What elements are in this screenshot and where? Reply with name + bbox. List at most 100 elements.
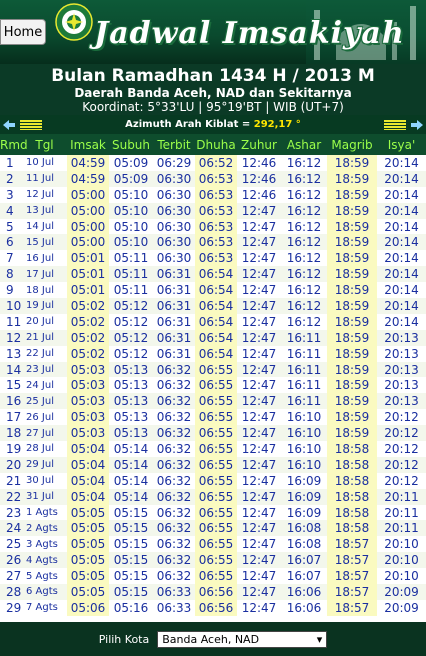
table-cell: 14 Jul bbox=[22, 218, 67, 235]
table-cell: 12:47 bbox=[237, 425, 281, 442]
table-cell: 11 bbox=[0, 313, 22, 330]
table-cell: 16:09 bbox=[281, 472, 327, 489]
table-cell: 18:58 bbox=[327, 504, 377, 521]
table-cell: 20:13 bbox=[377, 393, 426, 410]
page-title: Bulan Ramadhan 1434 H / 2013 M bbox=[51, 66, 375, 86]
table-cell: 16:10 bbox=[281, 456, 327, 473]
table-cell: 25 bbox=[0, 536, 22, 553]
table-cell: 24 bbox=[0, 520, 22, 537]
table-cell: 12:47 bbox=[237, 488, 281, 505]
table-cell: 18:59 bbox=[327, 186, 377, 203]
table-row: 28 6 Agts 05:05 05:15 06:33 06:56 12:47 16:06 18… bbox=[0, 584, 426, 600]
table-cell: 20:12 bbox=[377, 456, 426, 473]
table-cell: 06:33 bbox=[153, 599, 195, 616]
table-cell: 20:13 bbox=[377, 377, 426, 394]
table-cell: 06:52 bbox=[195, 155, 237, 171]
table-cell: 4 bbox=[0, 202, 22, 219]
table-cell: 12:47 bbox=[237, 441, 281, 457]
table-cell: 05:02 bbox=[67, 329, 109, 346]
table-cell: 27 bbox=[0, 568, 22, 585]
table-cell: 05:01 bbox=[67, 282, 109, 299]
table-row: 25 3 Agts 05:05 05:15 06:32 06:55 12:47 16:08 18… bbox=[0, 536, 426, 553]
table-cell: 06:32 bbox=[153, 552, 195, 569]
table-cell: 18:59 bbox=[327, 361, 377, 378]
brand-title: Jadwal Imsakiyah bbox=[94, 16, 405, 51]
table-cell: 05:05 bbox=[67, 520, 109, 537]
table-row: 9 18 Jul 05:01 05:11 06:31 06:54 12:47 16:12 18:… bbox=[0, 282, 426, 299]
table-cell: 16:08 bbox=[281, 536, 327, 553]
table-cell: 18:59 bbox=[327, 234, 377, 251]
table-cell: 16:12 bbox=[281, 250, 327, 267]
table-cell: 20:10 bbox=[377, 568, 426, 585]
table-cell: 16:12 bbox=[281, 266, 327, 283]
table-row: 14 23 Jul 05:03 05:13 06:32 06:55 12:47 16:11 18… bbox=[0, 361, 426, 378]
table-cell: 16:11 bbox=[281, 377, 327, 394]
table-cell: 06:55 bbox=[195, 504, 237, 521]
kiblat-label: Azimuth Arah Kiblat = bbox=[125, 119, 251, 130]
table-cell: 06:54 bbox=[195, 329, 237, 346]
table-cell: 05:15 bbox=[109, 552, 153, 569]
table-cell: 05:15 bbox=[109, 504, 153, 521]
table-cell: 12:47 bbox=[237, 234, 281, 251]
table-row: 16 25 Jul 05:03 05:13 06:32 06:55 12:47 16:11 18… bbox=[0, 393, 426, 410]
table-cell: 20:14 bbox=[377, 170, 426, 187]
table-cell: 20:14 bbox=[377, 250, 426, 267]
table-cell: 28 Jul bbox=[22, 441, 67, 457]
table-cell: 26 Jul bbox=[22, 409, 67, 426]
table-cell: 06:30 bbox=[153, 218, 195, 235]
table-cell: 18:59 bbox=[327, 202, 377, 219]
city-select[interactable]: Banda Aceh, NAD ▾ bbox=[157, 630, 328, 648]
table-cell: 10 bbox=[0, 298, 22, 314]
table-cell: 18:57 bbox=[327, 552, 377, 569]
table-body: 1 10 Jul 04:59 05:09 06:29 06:52 12:46 16:12 18:… bbox=[0, 155, 426, 616]
table-cell: 12:47 bbox=[237, 552, 281, 569]
arrow-left-icon[interactable] bbox=[0, 117, 18, 132]
table-row: 2 11 Jul 04:59 05:09 06:30 06:53 12:46 16:12 18:… bbox=[0, 170, 426, 187]
table-cell: 4 Agts bbox=[22, 552, 67, 569]
table-cell: 18:59 bbox=[327, 218, 377, 235]
table-cell: 18:59 bbox=[327, 377, 377, 394]
table-cell: 04:59 bbox=[67, 170, 109, 187]
table-cell: 18:59 bbox=[327, 425, 377, 442]
table-row: 24 2 Agts 05:05 05:15 06:32 06:55 12:47 16:08 18… bbox=[0, 520, 426, 537]
arrow-right-icon[interactable] bbox=[408, 117, 426, 132]
table-cell: 06:29 bbox=[153, 155, 195, 171]
column-header: Ashar bbox=[281, 134, 327, 155]
table-cell: 16:12 bbox=[281, 282, 327, 299]
table-cell: 12:47 bbox=[237, 456, 281, 473]
table-row: 6 15 Jul 05:00 05:10 06:30 06:53 12:47 16:12 18:… bbox=[0, 234, 426, 251]
table-cell: 06:30 bbox=[153, 186, 195, 203]
table-cell: 12:47 bbox=[237, 472, 281, 489]
table-row: 7 16 Jul 05:01 05:11 06:30 06:53 12:47 16:12 18:… bbox=[0, 250, 426, 267]
table-cell: 30 Jul bbox=[22, 472, 67, 489]
table-cell: 16:09 bbox=[281, 488, 327, 505]
table-cell: 05:16 bbox=[109, 599, 153, 616]
table-cell: 20:14 bbox=[377, 218, 426, 235]
table-cell: 05:05 bbox=[67, 536, 109, 553]
table-cell: 05:02 bbox=[67, 298, 109, 314]
table-cell: 5 Agts bbox=[22, 568, 67, 585]
table-cell: 12:47 bbox=[237, 298, 281, 314]
table-cell: 20:14 bbox=[377, 313, 426, 330]
table-cell: 06:53 bbox=[195, 250, 237, 267]
city-select-value: Banda Aceh, NAD bbox=[162, 632, 260, 646]
table-row: 17 26 Jul 05:03 05:13 06:32 06:55 12:47 16:10 18… bbox=[0, 409, 426, 426]
table-cell: 17 bbox=[0, 409, 22, 426]
table-cell: 20:14 bbox=[377, 202, 426, 219]
table-cell: 19 Jul bbox=[22, 298, 67, 314]
table-cell: 16:06 bbox=[281, 584, 327, 600]
table-cell: 21 Jul bbox=[22, 329, 67, 346]
home-button[interactable]: Home bbox=[0, 19, 46, 45]
table-cell: 15 Jul bbox=[22, 234, 67, 251]
table-cell: 16:11 bbox=[281, 345, 327, 362]
table-cell: 16:10 bbox=[281, 441, 327, 457]
table-cell: 06:56 bbox=[195, 584, 237, 600]
table-cell: 05:06 bbox=[67, 599, 109, 616]
table-cell: 18 Jul bbox=[22, 282, 67, 299]
table-cell: 05:13 bbox=[109, 409, 153, 426]
table-cell: 18:57 bbox=[327, 599, 377, 616]
table-cell: 06:32 bbox=[153, 441, 195, 457]
table-cell: 05:09 bbox=[109, 155, 153, 171]
table-cell: 06:54 bbox=[195, 266, 237, 283]
table-cell: 20:14 bbox=[377, 234, 426, 251]
